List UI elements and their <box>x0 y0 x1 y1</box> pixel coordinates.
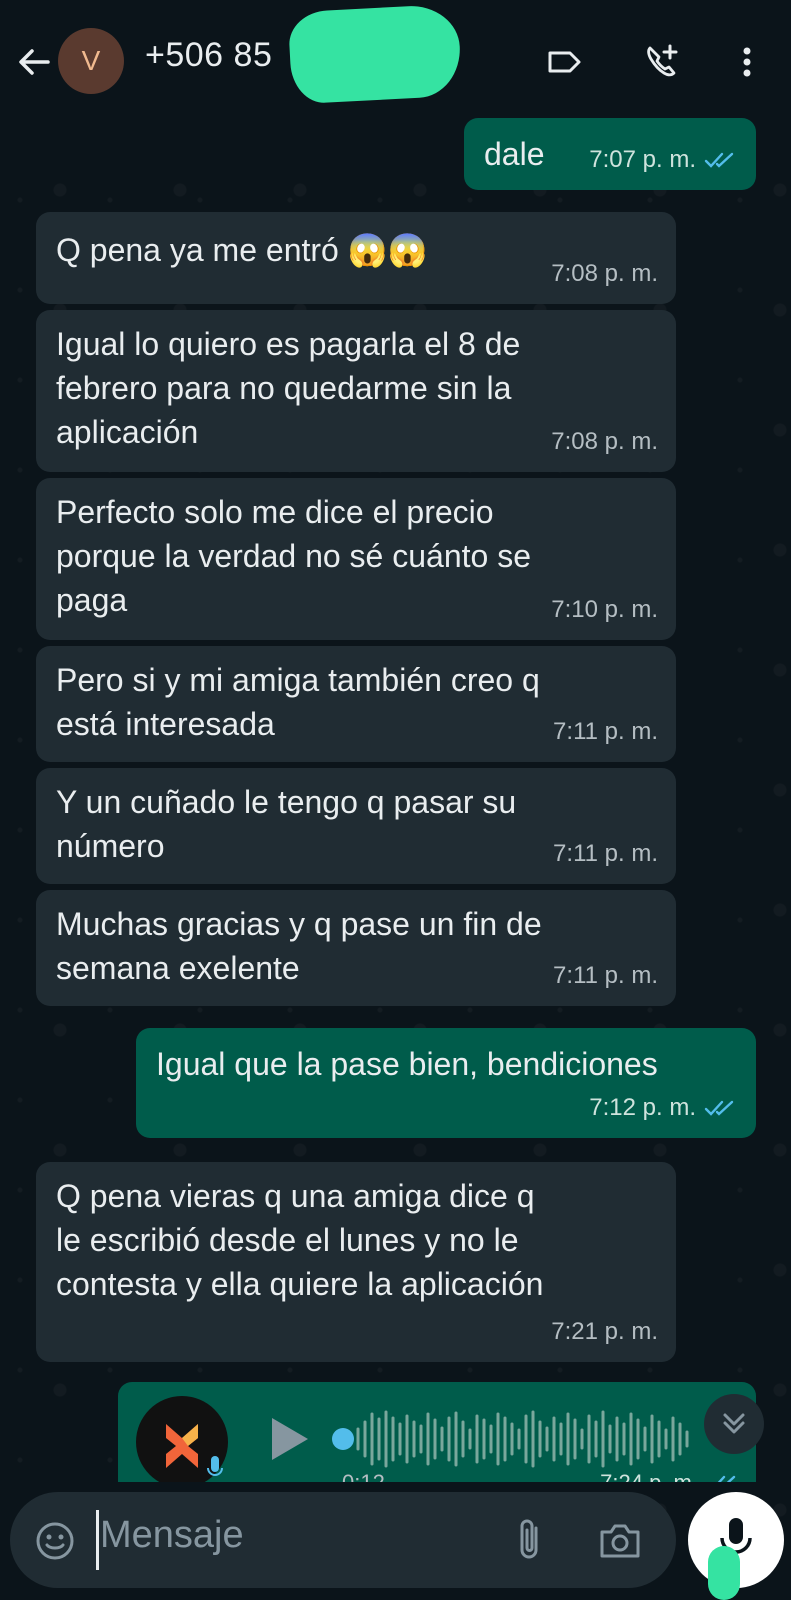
message-time: 7:07 p. m. <box>589 138 738 182</box>
back-arrow-icon[interactable] <box>14 42 54 82</box>
message-incoming[interactable]: Igual lo quiero es pagarla el 8 de febre… <box>36 310 676 472</box>
message-incoming[interactable]: Q pena vieras q una amiga dice q le escr… <box>36 1162 676 1362</box>
voice-note[interactable]: 0:12 7:24 p. m. <box>118 1382 756 1482</box>
message-outgoing[interactable]: dale 7:07 p. m. <box>464 118 756 190</box>
double-chevron-down-icon <box>723 1413 745 1434</box>
redaction-mark <box>287 3 463 105</box>
time-label: 7:24 p. m. <box>600 1470 698 1482</box>
message-time: 7:11 p. m. <box>553 718 658 745</box>
label-icon[interactable] <box>544 42 584 82</box>
play-icon[interactable] <box>268 1414 312 1464</box>
message-incoming[interactable]: Pero si y mi amiga también creo q está i… <box>36 646 676 762</box>
message-outgoing[interactable]: Igual que la pase bien, bendiciones 7:12… <box>136 1028 756 1138</box>
time-label: 7:07 p. m. <box>589 146 696 173</box>
message-incoming[interactable]: Q pena ya me entró 😱😱 7:08 p. m. <box>36 212 676 304</box>
message-input[interactable]: Mensaje <box>100 1514 244 1557</box>
avatar-letter: V <box>81 45 101 76</box>
message-text: Muchas gracias y q pase un fin de semana… <box>56 906 542 986</box>
contact-name[interactable]: +506 85 <box>145 36 272 75</box>
message-time: 7:21 p. m. <box>551 1318 658 1345</box>
add-call-icon[interactable] <box>642 42 682 82</box>
message-time: 7:11 p. m. <box>553 962 658 989</box>
read-ticks-icon <box>717 1475 736 1482</box>
voice-time: 7:24 p. m. <box>600 1470 740 1482</box>
read-ticks-icon <box>704 152 734 168</box>
scroll-to-bottom-button[interactable] <box>704 1394 764 1454</box>
text-cursor <box>96 1510 99 1570</box>
message-text: Q pena ya me entró 😱😱 <box>56 232 428 268</box>
voice-duration: 0:12 <box>342 1470 385 1482</box>
avatar[interactable]: V <box>58 28 124 94</box>
message-text: Q pena vieras q una amiga dice q le escr… <box>56 1178 544 1302</box>
message-time: 7:08 p. m. <box>551 260 658 287</box>
redaction-mark-bottom <box>708 1546 740 1600</box>
message-text: Perfecto solo me dice el precio porque l… <box>56 494 531 618</box>
sticker-icon[interactable] <box>34 1520 76 1562</box>
message-text: Igual que la pase bien, bendiciones <box>156 1046 658 1082</box>
message-incoming[interactable]: Y un cuñado le tengo q pasar su número 7… <box>36 768 676 884</box>
waveform <box>356 1410 689 1468</box>
message-text: dale <box>484 136 545 172</box>
mic-small-icon <box>207 1456 223 1476</box>
message-text: Y un cuñado le tengo q pasar su número <box>56 784 517 864</box>
message-time: 7:10 p. m. <box>551 596 658 623</box>
time-label: 7:12 p. m. <box>589 1094 696 1121</box>
message-text: Igual lo quiero es pagarla el 8 de febre… <box>56 326 521 450</box>
attach-icon[interactable] <box>512 1516 546 1564</box>
message-incoming[interactable]: Muchas gracias y q pase un fin de semana… <box>36 890 676 1006</box>
voice-progress-dot[interactable] <box>332 1428 354 1450</box>
message-time: 7:08 p. m. <box>551 428 658 455</box>
chat-header: V +506 85 <box>0 0 791 118</box>
camera-icon[interactable] <box>598 1520 642 1560</box>
more-vertical-icon[interactable] <box>727 42 767 82</box>
message-time: 7:11 p. m. <box>553 840 658 867</box>
read-ticks-icon <box>704 1100 734 1116</box>
message-text: Pero si y mi amiga también creo q está i… <box>56 662 540 742</box>
message-composer[interactable]: Mensaje <box>10 1492 676 1588</box>
message-time: 7:12 p. m. <box>589 1086 738 1130</box>
message-incoming[interactable]: Perfecto solo me dice el precio porque l… <box>36 478 676 640</box>
